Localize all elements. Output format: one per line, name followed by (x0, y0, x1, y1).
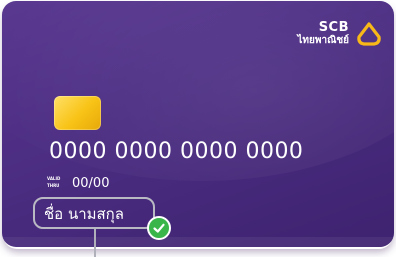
card-chip (54, 96, 101, 130)
checkmark-icon (153, 223, 165, 233)
card-number: 0000 0000 0000 0000 (49, 139, 304, 164)
bank-logo: SCB ไทยพาณิชย์ (297, 21, 382, 47)
valid-thru-label-line2: THRU (47, 183, 60, 188)
cardholder-name: ชื่อ นามสกุล (44, 205, 124, 223)
valid-thru-label-line1: VALID (47, 176, 61, 181)
expiry-date: 00/00 (72, 176, 110, 191)
verified-badge (147, 216, 171, 240)
scb-lotus-icon (357, 22, 381, 46)
callout-pointer-line (94, 229, 96, 257)
bank-name: SCB (318, 20, 349, 35)
valid-thru-label: VALID THRU (47, 175, 69, 189)
bank-logo-text: SCB ไทยพาณิชย์ (297, 21, 349, 47)
card-preview: SCB ไทยพาณิชย์ 0000 0000 0000 0000 VALID… (0, 0, 396, 257)
bank-name-thai: ไทยพาณิชย์ (297, 35, 349, 46)
card-bottom-band (2, 237, 394, 247)
